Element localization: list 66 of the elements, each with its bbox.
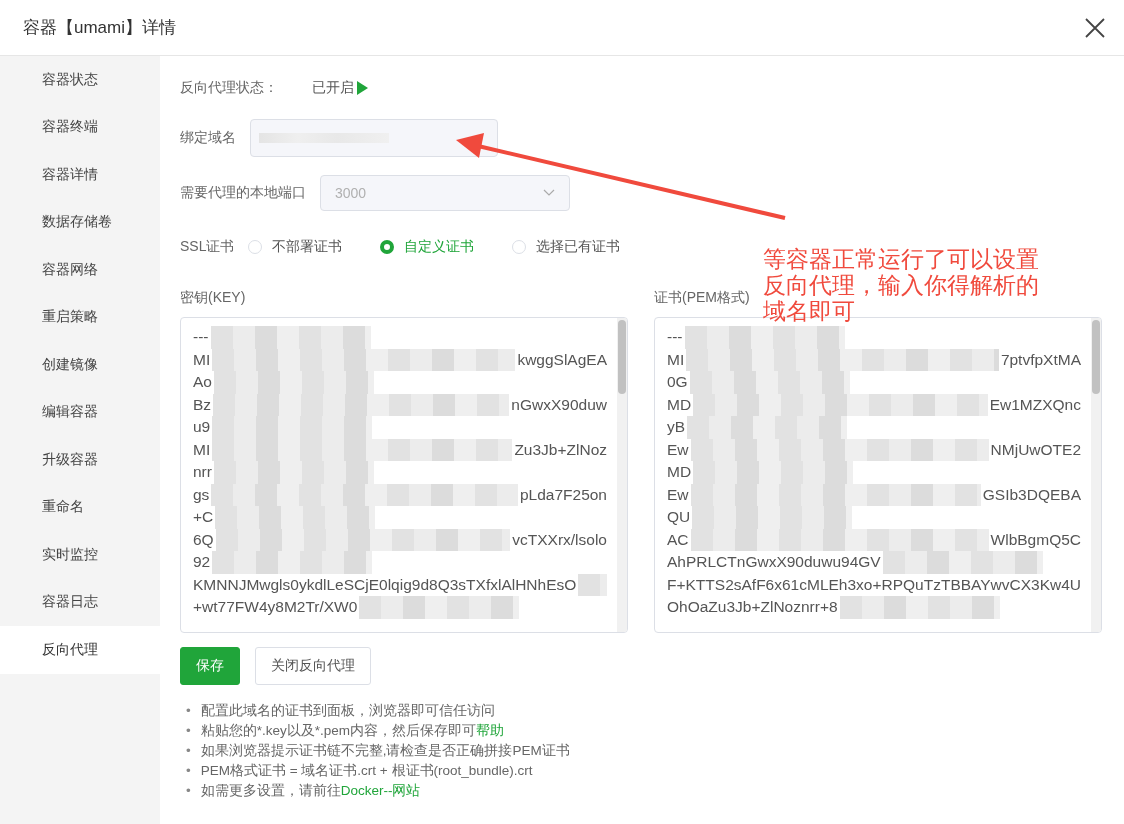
text-line: MI bbox=[193, 349, 211, 370]
text-line: MD bbox=[667, 394, 692, 415]
close-proxy-button[interactable]: 关闭反向代理 bbox=[255, 647, 371, 685]
text-line: F+KTTS2sAfF6x61cMLEh3xo+RPQuTzTBBAYwvCX3Kw4U bbox=[667, 574, 1082, 595]
text-line: Ew bbox=[667, 439, 689, 460]
field-label: 反向代理状态： bbox=[180, 79, 278, 97]
bullet-marker: • bbox=[186, 722, 191, 740]
text-line: pLda7F25on bbox=[519, 484, 607, 505]
text-line: Ao bbox=[193, 372, 212, 392]
field-label: 需要代理的本地端口 bbox=[180, 184, 306, 202]
text-line: Zu3Jb+ZlNoz bbox=[514, 439, 607, 460]
text-line: gs bbox=[193, 484, 210, 505]
bullet-marker: • bbox=[186, 782, 191, 800]
text-line: 0G bbox=[667, 372, 688, 392]
note-text: PEM格式证书 = 域名证书.crt + 根证书(root_bundle).crt bbox=[200, 762, 533, 780]
key-textarea[interactable]: --- MI kwggSlAgEA Ao Bz nGwxX90duw u9 MI Zu3Jb+ZlNoz nrr gs pLda7F25on +C 6Q vcTXXrx/lsolo 92 KMNNJMwgls0ykdlLeSCjE0lqig9d8Q3sTXfxlAlHNhEsO +wt77FW4y8M2Tr/XW0 bbox=[180, 317, 628, 633]
domain-field[interactable] bbox=[250, 119, 498, 157]
bullet-marker: • bbox=[186, 742, 191, 760]
text-line: MI bbox=[193, 439, 211, 460]
text-line: kwggSlAgEA bbox=[517, 349, 607, 370]
text-line: --- bbox=[193, 327, 209, 347]
text-line: MI bbox=[667, 349, 685, 370]
bullet-marker: • bbox=[186, 762, 191, 780]
scrollbar-thumb[interactable] bbox=[618, 320, 626, 394]
radio-label[interactable]: 选择已有证书 bbox=[536, 238, 621, 256]
scrollbar-thumb[interactable] bbox=[1092, 320, 1100, 394]
text-line: 92 bbox=[193, 552, 211, 572]
text-line: Ew1MZXQnc bbox=[989, 394, 1081, 415]
field-label: 证书(PEM格式) bbox=[654, 289, 750, 307]
text-line: nrr bbox=[193, 462, 212, 482]
radio-button[interactable] bbox=[380, 240, 395, 254]
text-line: GSIb3DQEBA bbox=[982, 484, 1081, 505]
note-text: 如需更多设置，请前往Docker--网站 bbox=[200, 782, 421, 800]
text-line: nGwxX90duw bbox=[511, 394, 607, 415]
text-line: yB bbox=[667, 417, 686, 437]
text-line: KMNNJMwgls0ykdlLeSCjE0lqig9d8Q3sTXfxlAlHNhEsO bbox=[193, 574, 577, 595]
pixelated-redaction bbox=[578, 573, 607, 596]
field-label: SSL证书 bbox=[180, 238, 235, 256]
status-text: 已开启 bbox=[312, 79, 354, 97]
text-line: --- bbox=[667, 327, 683, 347]
text-line: Ew bbox=[667, 484, 689, 505]
close-icon[interactable] bbox=[1084, 16, 1106, 39]
text-line: QU bbox=[667, 507, 691, 527]
text-line: AC bbox=[667, 529, 689, 550]
text-line: vcTXXrx/lsolo bbox=[512, 529, 607, 550]
chevron-down-icon bbox=[543, 189, 555, 197]
note-text: 配置此域名的证书到面板，浏览器即可信任访问 bbox=[200, 702, 495, 720]
text-line: u9 bbox=[193, 417, 211, 437]
text-line: NMjUwOTE2 bbox=[990, 439, 1081, 460]
bullet-marker: • bbox=[186, 702, 191, 720]
text-line: MD bbox=[667, 462, 692, 482]
text-line: AhPRLCTnGwxX90duwu94GV bbox=[667, 552, 881, 572]
note-text: 粘贴您的*.key以及*.pem内容，然后保存即可帮助 bbox=[200, 722, 504, 740]
text-line: OhOaZu3Jb+ZlNoznrr+8 bbox=[667, 597, 838, 617]
sidebar-item[interactable]: 反向代理 bbox=[0, 626, 160, 674]
text-line: +C bbox=[193, 507, 214, 527]
text-line: WlbBgmQ5C bbox=[990, 529, 1081, 550]
text-line: 6Q bbox=[193, 529, 214, 550]
text-line: Bz bbox=[193, 394, 212, 415]
text-line: +wt77FW4y8M2Tr/XW0 bbox=[193, 597, 358, 617]
text-line: 7ptvfpXtMA bbox=[1000, 349, 1081, 370]
field-label: 密钥(KEY) bbox=[180, 289, 246, 307]
note-text: 如果浏览器提示证书链不完整,请检查是否正确拼接PEM证书 bbox=[200, 742, 570, 760]
window-title: 容器【umami】详情 bbox=[23, 17, 176, 39]
radio-label[interactable]: 不部署证书 bbox=[272, 238, 343, 256]
field-label: 绑定域名 bbox=[180, 129, 236, 147]
